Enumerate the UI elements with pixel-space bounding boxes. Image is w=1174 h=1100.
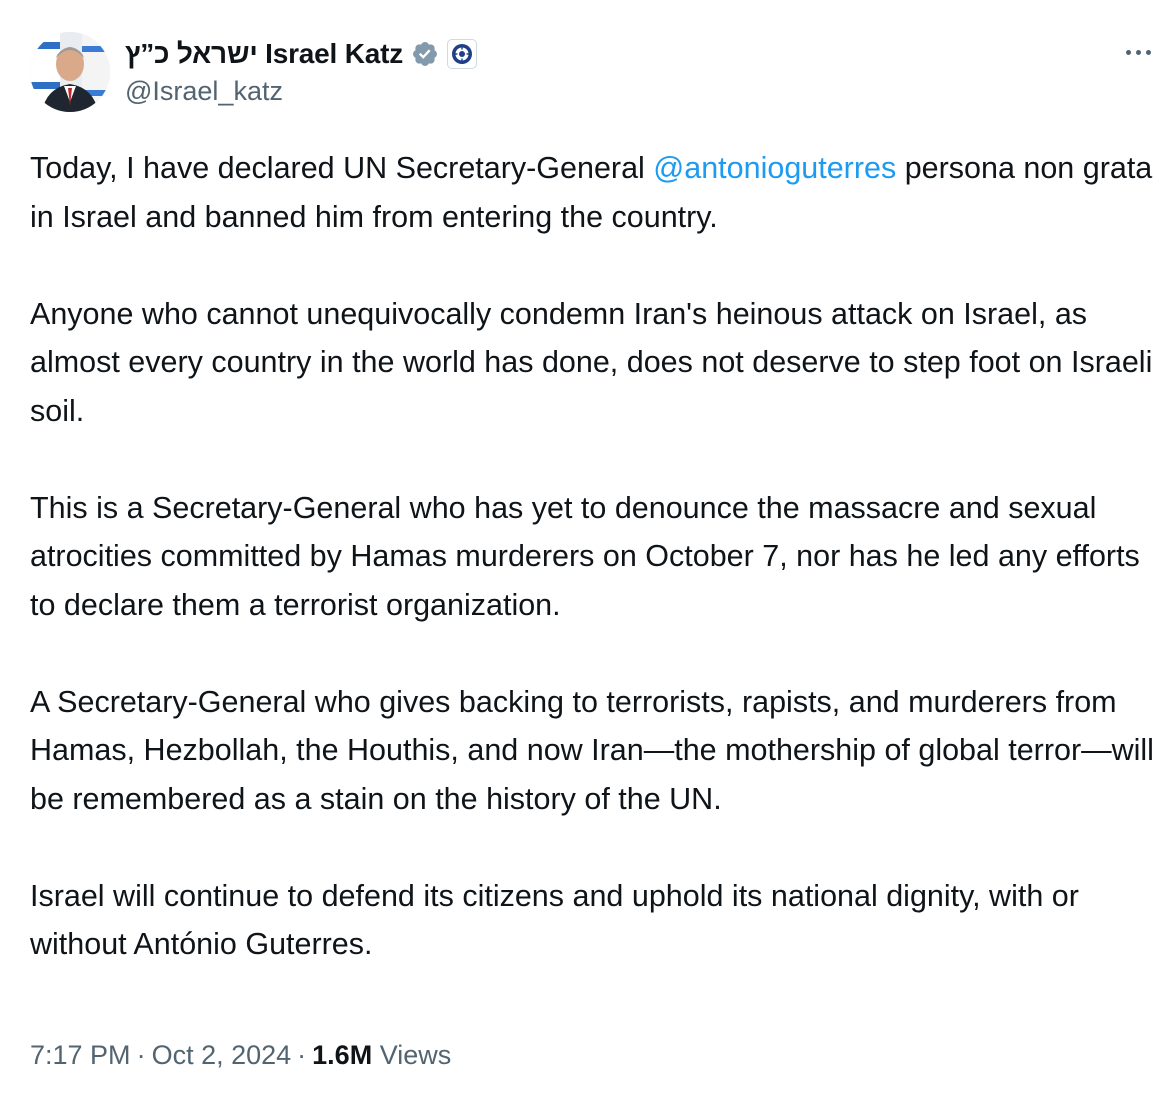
tweet-paragraph: Israel will continue to defend its citiz… [30,878,1079,962]
tweet-paragraph: A Secretary-General who gives backing to… [30,684,1154,816]
author-name-row: ישראל כ”ץ Israel Katz [125,34,478,74]
verified-badge-icon[interactable] [411,40,439,68]
tweet-date[interactable]: Oct 2, 2024 [152,1040,292,1070]
tweet-card: ישראל כ”ץ Israel Katz @Israel_katz Today… [0,0,1174,1100]
tweet-text: Today, I have declared UN Secretary-Gene… [30,144,1155,969]
tweet-paragraph: This is a Secretary-General who has yet … [30,490,1140,622]
government-affiliation-icon[interactable] [447,39,478,69]
separator: · [297,1040,307,1070]
tweet-metadata: 7:17 PM · Oct 2, 2024 · 1.6M Views [30,1040,451,1071]
mention-link[interactable]: @antonioguterres [653,151,896,185]
more-dot [1125,49,1131,55]
views-label: Views [379,1040,452,1070]
more-dot [1135,49,1141,55]
more-options-icon[interactable] [1120,40,1156,64]
avatar-image [30,32,110,112]
display-name[interactable]: ישראל כ”ץ Israel Katz [125,38,403,70]
more-dot [1145,49,1151,55]
author-handle[interactable]: @Israel_katz [125,76,283,107]
separator: · [136,1040,146,1070]
tweet-paragraph: Today, I have declared UN Secretary-Gene… [30,144,1155,241]
tweet-time[interactable]: 7:17 PM [30,1040,131,1070]
views-count: 1.6M [312,1040,373,1070]
tweet-paragraph: Anyone who cannot unequivocally condemn … [30,296,1153,428]
avatar[interactable] [30,32,110,112]
tweet-text-segment: Today, I have declared UN Secretary-Gene… [30,151,654,185]
